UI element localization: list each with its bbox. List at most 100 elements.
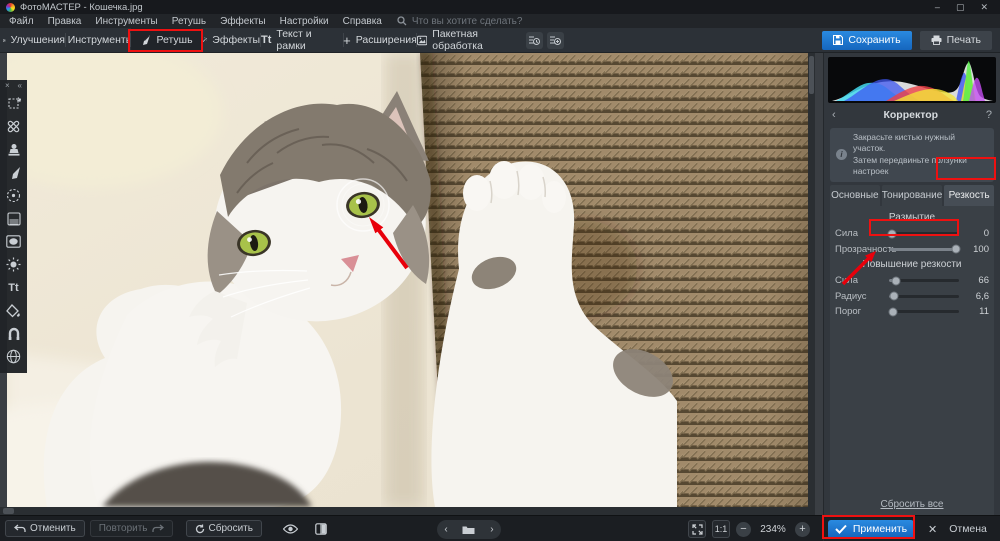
tool-crop-rotate[interactable] bbox=[0, 92, 27, 115]
window-title: ФотоМАСТЕР - Кошечка.jpg bbox=[20, 2, 143, 13]
tool-clone-stamp[interactable] bbox=[0, 138, 27, 161]
tab-effects[interactable]: Эффекты bbox=[202, 28, 260, 53]
search-input[interactable]: Что вы хотите сделать? bbox=[397, 16, 523, 27]
tool-text[interactable]: Tt bbox=[0, 276, 27, 299]
tool-graduated-filter[interactable] bbox=[0, 207, 27, 230]
magic-wand-icon bbox=[202, 34, 207, 46]
tab-retouch[interactable]: Ретушь bbox=[131, 28, 201, 53]
vertical-scrollbar[interactable] bbox=[808, 53, 815, 507]
slider-thumb[interactable] bbox=[892, 276, 901, 285]
menu-retouch[interactable]: Ретушь bbox=[165, 16, 213, 27]
slider-row-blur-strength: Сила 0 bbox=[830, 226, 994, 242]
slider-track[interactable] bbox=[889, 295, 959, 298]
zoom-in-button[interactable]: + bbox=[795, 522, 810, 537]
tool-magnet[interactable] bbox=[0, 322, 27, 345]
batch-image-icon bbox=[417, 35, 427, 46]
tool-globe[interactable] bbox=[0, 345, 27, 368]
slider-thumb[interactable] bbox=[889, 292, 898, 301]
tab-extensions[interactable]: + Расширения bbox=[344, 28, 416, 53]
slider-thumb[interactable] bbox=[889, 307, 898, 316]
maximize-button[interactable]: ▢ bbox=[956, 2, 965, 13]
slider-thumb[interactable] bbox=[952, 245, 961, 254]
app-logo-icon bbox=[6, 3, 15, 12]
tool-vignette[interactable] bbox=[0, 230, 27, 253]
menu-effects[interactable]: Эффекты bbox=[213, 16, 272, 27]
tab-enhancements[interactable]: Улучшения bbox=[3, 28, 65, 53]
info-icon: i bbox=[836, 149, 847, 160]
tab-batch-processing[interactable]: Пакетная обработка bbox=[417, 28, 517, 53]
app-window: ФотоМАСТЕР - Кошечка.jpg – ▢ ✕ Файл Прав… bbox=[0, 0, 1000, 541]
menu-tools[interactable]: Инструменты bbox=[88, 16, 164, 27]
horizontal-scrollbar[interactable] bbox=[0, 507, 815, 515]
title-bar: ФотоМАСТЕР - Кошечка.jpg – ▢ ✕ bbox=[0, 0, 1000, 14]
split-view-icon bbox=[315, 523, 327, 535]
zoom-out-button[interactable]: − bbox=[736, 522, 751, 537]
panel-tab-basic[interactable]: Основные bbox=[830, 185, 880, 206]
preview-original-button[interactable] bbox=[277, 524, 304, 534]
section-title-sharpen: Повышение резкости bbox=[830, 257, 994, 273]
tool-brightness[interactable] bbox=[0, 253, 27, 276]
horizontal-scrollbar-thumb[interactable] bbox=[3, 508, 14, 514]
tab-text-frames[interactable]: Tt Текст и рамки bbox=[261, 28, 343, 53]
menu-settings[interactable]: Настройки bbox=[273, 16, 336, 27]
help-icon[interactable]: ? bbox=[986, 109, 992, 121]
slider-track[interactable] bbox=[889, 248, 959, 251]
reset-icon bbox=[195, 524, 205, 534]
undo-button[interactable]: Отменить bbox=[5, 520, 85, 537]
quick-batch-icon[interactable] bbox=[526, 32, 543, 49]
actual-size-button[interactable]: 1:1 bbox=[712, 520, 730, 538]
tab-tools[interactable]: Инструменты bbox=[66, 28, 130, 53]
fit-to-screen-button[interactable] bbox=[688, 520, 706, 538]
redo-button[interactable]: Повторить bbox=[90, 520, 173, 537]
photo-canvas[interactable]: × « Tt bbox=[0, 53, 823, 515]
close-button[interactable]: ✕ bbox=[980, 2, 988, 13]
palette-close-icon[interactable]: × bbox=[5, 81, 10, 92]
tool-healing-patch[interactable] bbox=[0, 115, 27, 138]
printer-icon bbox=[931, 35, 942, 45]
tool-fill[interactable] bbox=[0, 299, 27, 322]
eye-icon bbox=[283, 524, 298, 534]
cancel-button[interactable]: ✕ Отмена bbox=[928, 523, 987, 536]
bottom-bar: Отменить Повторить Сбросить ‹ › bbox=[0, 515, 1000, 541]
before-after-button[interactable] bbox=[309, 523, 333, 535]
palette-collapse-icon[interactable]: « bbox=[18, 81, 22, 92]
slider-track[interactable] bbox=[889, 232, 959, 235]
reset-all-link[interactable]: Сбросить все bbox=[824, 499, 1000, 510]
slider-track[interactable] bbox=[889, 279, 959, 282]
menu-help[interactable]: Справка bbox=[336, 16, 389, 27]
workspace: × « Tt bbox=[0, 53, 1000, 515]
next-file-button[interactable]: › bbox=[490, 524, 493, 535]
menu-file[interactable]: Файл bbox=[2, 16, 41, 27]
reset-button[interactable]: Сбросить bbox=[186, 520, 262, 537]
tool-brush[interactable] bbox=[0, 161, 27, 184]
save-icon bbox=[833, 35, 843, 45]
file-navigator: ‹ › bbox=[437, 520, 501, 539]
folder-icon[interactable] bbox=[462, 525, 475, 535]
brush-icon bbox=[139, 34, 151, 46]
tool-palette: × « Tt bbox=[0, 80, 27, 373]
plus-icon: + bbox=[343, 33, 351, 48]
quick-batch-history-icon[interactable] bbox=[547, 32, 564, 49]
panel-tab-toning[interactable]: Тонирование bbox=[882, 185, 943, 206]
photo-cat-scratching-post[interactable] bbox=[7, 53, 808, 507]
slider-row-threshold: Порог 11 bbox=[830, 304, 994, 320]
save-button[interactable]: Сохранить bbox=[822, 31, 911, 50]
tool-radial-filter[interactable] bbox=[0, 184, 27, 207]
sliders-icon bbox=[3, 35, 6, 46]
panel-header: ‹ Корректор ? bbox=[824, 105, 1000, 125]
prev-file-button[interactable]: ‹ bbox=[444, 524, 447, 535]
vertical-scrollbar-thumb[interactable] bbox=[809, 56, 814, 94]
menu-bar: Файл Правка Инструменты Ретушь Эффекты Н… bbox=[0, 14, 1000, 28]
text-icon: Tt bbox=[261, 34, 271, 46]
slider-row-radius: Радиус 6,6 bbox=[830, 288, 994, 304]
info-text: Закрасьте кистью нужный участок. Затем п… bbox=[853, 132, 988, 178]
print-button[interactable]: Печать bbox=[920, 31, 992, 50]
zoom-controls: 1:1 − 234% + bbox=[688, 520, 810, 538]
apply-button[interactable]: Применить bbox=[828, 520, 914, 539]
slider-track[interactable] bbox=[889, 310, 959, 313]
slider-row-opacity: Прозрачность 100 bbox=[830, 241, 994, 257]
slider-thumb[interactable] bbox=[887, 229, 896, 238]
minimize-button[interactable]: – bbox=[935, 2, 940, 13]
menu-edit[interactable]: Правка bbox=[41, 16, 89, 27]
panel-tab-sharpness[interactable]: Резкость bbox=[944, 185, 994, 206]
